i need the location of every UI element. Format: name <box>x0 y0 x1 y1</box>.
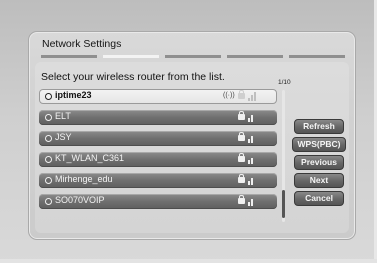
next-button[interactable]: Next <box>294 173 344 188</box>
network-row-elt[interactable]: ELT <box>39 110 277 125</box>
page-indicator: 1/10 <box>278 79 291 86</box>
network-ssid: KT_WLAN_C361 <box>55 153 125 163</box>
lock-icon <box>238 90 245 99</box>
network-ssid: JSY <box>55 132 72 142</box>
progress-step-5 <box>289 55 345 58</box>
network-ssid: Mirhenge_edu <box>55 174 113 184</box>
network-row-jsy[interactable]: JSY <box>39 131 277 146</box>
signal-strength-icon <box>248 197 255 206</box>
radio-dot-icon <box>45 114 52 121</box>
lock-icon <box>238 174 245 183</box>
network-row-iptime23[interactable]: iptime23 ((·)) <box>39 89 277 104</box>
network-settings-dialog: Network Settings Select your wireless ro… <box>28 31 356 240</box>
network-row-so070voip[interactable]: SO070VOIP <box>39 194 277 209</box>
network-row-kt-wlan-c361[interactable]: KT_WLAN_C361 <box>39 152 277 167</box>
previous-button[interactable]: Previous <box>294 155 344 170</box>
network-list-scrollbar[interactable] <box>282 90 285 222</box>
network-ssid: iptime23 <box>55 90 92 100</box>
progress-step-2 <box>103 55 159 58</box>
signal-strength-icon <box>248 113 255 122</box>
lock-icon <box>238 195 245 204</box>
progress-step-4 <box>227 55 283 58</box>
signal-strength-icon <box>248 92 256 101</box>
network-row-mirhenge-edu[interactable]: Mirhenge_edu <box>39 173 277 188</box>
wps-icon: ((·)) <box>223 92 235 99</box>
instruction-text: Select your wireless router from the lis… <box>41 71 225 83</box>
radio-dot-icon <box>45 93 52 100</box>
lock-icon <box>238 132 245 141</box>
signal-strength-icon <box>248 155 255 164</box>
action-buttons: Refresh WPS(PBC) Previous Next Cancel <box>292 119 346 209</box>
lock-icon <box>238 111 245 120</box>
wps-pbc-button[interactable]: WPS(PBC) <box>292 137 346 152</box>
screen-edge-bottom <box>0 259 377 263</box>
dialog-title: Network Settings <box>42 38 122 50</box>
signal-strength-icon <box>248 134 255 143</box>
signal-strength-icon <box>248 176 255 185</box>
scrollbar-thumb[interactable] <box>282 190 285 218</box>
radio-dot-icon <box>45 156 52 163</box>
network-list: iptime23 ((·)) ELT JSY KT_WLAN_C361 Mirh… <box>39 89 277 215</box>
radio-dot-icon <box>45 198 52 205</box>
dialog-content: Select your wireless router from the lis… <box>35 62 349 233</box>
radio-dot-icon <box>45 135 52 142</box>
radio-dot-icon <box>45 177 52 184</box>
network-ssid: ELT <box>55 111 71 121</box>
progress-step-3 <box>165 55 221 58</box>
lock-icon <box>238 153 245 162</box>
refresh-button[interactable]: Refresh <box>294 119 344 134</box>
step-progress-bar <box>41 55 345 58</box>
network-ssid: SO070VOIP <box>55 195 105 205</box>
cancel-button[interactable]: Cancel <box>294 191 344 206</box>
progress-step-1 <box>41 55 97 58</box>
